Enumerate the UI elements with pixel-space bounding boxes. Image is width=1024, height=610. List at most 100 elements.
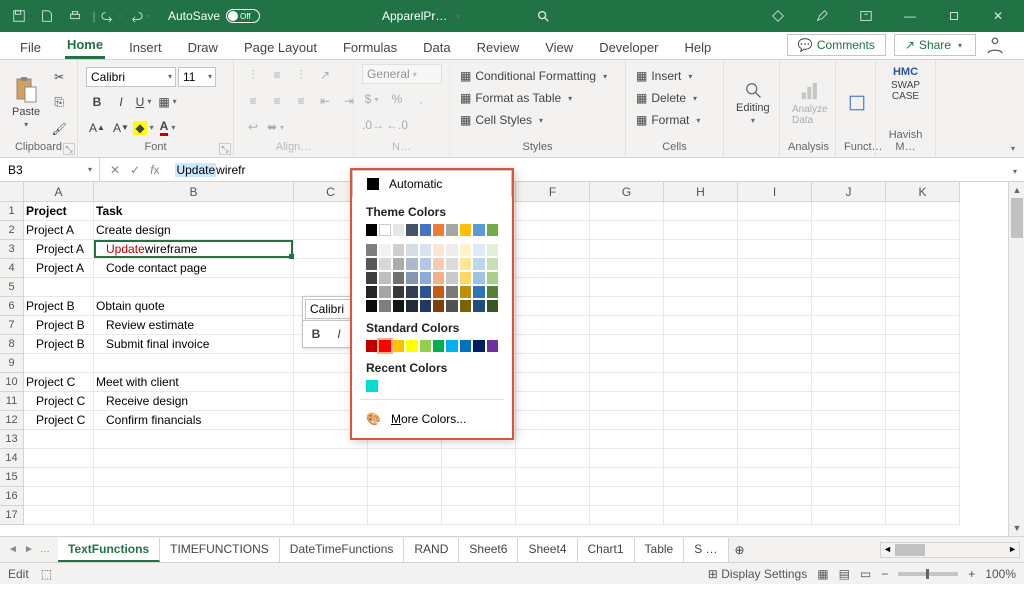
cell[interactable] bbox=[664, 468, 738, 487]
cell[interactable] bbox=[368, 506, 442, 525]
cell[interactable] bbox=[886, 449, 960, 468]
color-swatch[interactable] bbox=[420, 224, 431, 236]
row-header[interactable]: 8 bbox=[0, 335, 24, 354]
name-box[interactable]: B3▾ bbox=[0, 158, 100, 181]
sheet-tab[interactable]: S … bbox=[684, 538, 728, 562]
cell[interactable] bbox=[664, 316, 738, 335]
cell[interactable] bbox=[886, 259, 960, 278]
color-swatch[interactable] bbox=[446, 244, 457, 256]
cell[interactable] bbox=[368, 449, 442, 468]
cell[interactable] bbox=[812, 259, 886, 278]
row-header[interactable]: 5 bbox=[0, 278, 24, 297]
cell[interactable]: Task bbox=[94, 202, 294, 221]
functions-addin-button[interactable] bbox=[844, 92, 870, 114]
color-swatch[interactable] bbox=[393, 258, 404, 270]
merge-icon[interactable]: ⬌▾ bbox=[266, 116, 288, 138]
row-header[interactable]: 3 bbox=[0, 240, 24, 259]
cell[interactable]: Project bbox=[24, 202, 94, 221]
color-swatch[interactable] bbox=[406, 300, 417, 312]
zoom-in-button[interactable]: + bbox=[968, 567, 975, 581]
view-break-icon[interactable]: ▭ bbox=[860, 567, 871, 581]
pen-icon[interactable] bbox=[800, 1, 844, 31]
cell[interactable] bbox=[664, 240, 738, 259]
color-swatch[interactable] bbox=[393, 300, 404, 312]
column-header[interactable]: K bbox=[886, 182, 960, 202]
sheet-tab[interactable]: Sheet6 bbox=[459, 538, 518, 562]
indent-dec-icon[interactable]: ⇤ bbox=[314, 90, 336, 112]
cell[interactable] bbox=[886, 278, 960, 297]
percent-icon[interactable]: % bbox=[386, 88, 408, 110]
fill-color-button[interactable]: ◆▾ bbox=[134, 117, 156, 139]
bold-button[interactable]: B bbox=[86, 91, 108, 113]
color-swatch[interactable] bbox=[393, 224, 404, 236]
tab-draw[interactable]: Draw bbox=[186, 36, 220, 59]
cell[interactable] bbox=[24, 487, 94, 506]
sheet-nav-more[interactable]: … bbox=[38, 544, 52, 555]
tab-formulas[interactable]: Formulas bbox=[341, 36, 399, 59]
color-swatch[interactable] bbox=[460, 286, 471, 298]
cell[interactable] bbox=[516, 221, 590, 240]
row-header[interactable]: 14 bbox=[0, 449, 24, 468]
font-launcher[interactable]: ⤡ bbox=[219, 143, 231, 155]
redo-icon[interactable]: ▾ bbox=[128, 3, 154, 29]
cell[interactable] bbox=[812, 240, 886, 259]
view-normal-icon[interactable]: ▦ bbox=[817, 567, 828, 581]
cancel-formula-button[interactable]: ✕ bbox=[110, 163, 120, 177]
color-swatch[interactable] bbox=[446, 340, 457, 352]
cell[interactable] bbox=[294, 468, 368, 487]
row-header[interactable]: 17 bbox=[0, 506, 24, 525]
mini-italic-button[interactable]: I bbox=[328, 323, 350, 345]
color-swatch[interactable] bbox=[406, 258, 417, 270]
vertical-scrollbar[interactable]: ▲▼ bbox=[1008, 182, 1024, 536]
color-swatch[interactable] bbox=[473, 300, 484, 312]
cell[interactable] bbox=[516, 373, 590, 392]
color-swatch[interactable] bbox=[460, 300, 471, 312]
cell[interactable] bbox=[94, 487, 294, 506]
color-swatch[interactable] bbox=[487, 244, 498, 256]
view-layout-icon[interactable]: ▤ bbox=[839, 567, 850, 581]
column-header[interactable]: F bbox=[516, 182, 590, 202]
align-right-icon[interactable]: ≡ bbox=[290, 90, 312, 112]
color-swatch[interactable] bbox=[420, 272, 431, 284]
sheet-tab[interactable]: Chart1 bbox=[578, 538, 635, 562]
cell[interactable] bbox=[516, 468, 590, 487]
cell[interactable] bbox=[812, 354, 886, 373]
cell[interactable] bbox=[738, 506, 812, 525]
color-swatch[interactable] bbox=[460, 258, 471, 270]
column-header[interactable]: H bbox=[664, 182, 738, 202]
sheet-tab[interactable]: TextFunctions bbox=[58, 538, 160, 562]
cell[interactable] bbox=[664, 487, 738, 506]
cell[interactable] bbox=[812, 392, 886, 411]
row-header[interactable]: 4 bbox=[0, 259, 24, 278]
cell[interactable] bbox=[886, 392, 960, 411]
cell[interactable] bbox=[812, 316, 886, 335]
analyze-data-button[interactable]: Analyze Data bbox=[788, 78, 832, 128]
color-swatch[interactable] bbox=[379, 340, 390, 352]
cell[interactable] bbox=[812, 278, 886, 297]
color-swatch[interactable] bbox=[420, 286, 431, 298]
undo-icon[interactable]: ▾ bbox=[100, 3, 126, 29]
cell[interactable] bbox=[738, 392, 812, 411]
cell[interactable] bbox=[886, 506, 960, 525]
sheet-tab[interactable]: Table bbox=[635, 538, 685, 562]
display-settings-button[interactable]: ⊞ Display Settings bbox=[708, 567, 807, 581]
cell[interactable] bbox=[664, 335, 738, 354]
accept-formula-button[interactable]: ✓ bbox=[130, 163, 140, 177]
cell[interactable] bbox=[812, 335, 886, 354]
color-swatch[interactable] bbox=[366, 244, 377, 256]
color-swatch[interactable] bbox=[379, 244, 390, 256]
cell[interactable] bbox=[94, 278, 294, 297]
cell[interactable] bbox=[590, 316, 664, 335]
shrink-font-button[interactable]: A▼ bbox=[110, 117, 132, 139]
cell[interactable] bbox=[664, 221, 738, 240]
editing-button[interactable]: Editing▾ bbox=[732, 78, 774, 127]
align-left-icon[interactable]: ≡ bbox=[242, 90, 264, 112]
share-button[interactable]: ↗Share▾ bbox=[894, 34, 976, 56]
insert-cells-button[interactable]: ▦ Insert▾ bbox=[634, 68, 697, 84]
format-cells-button[interactable]: ▦ Format▾ bbox=[634, 112, 705, 128]
cell[interactable] bbox=[664, 202, 738, 221]
font-name-combo[interactable]: Calibri▾ bbox=[86, 67, 176, 87]
cell[interactable]: Project B bbox=[24, 316, 94, 335]
color-swatch[interactable] bbox=[460, 244, 471, 256]
cell[interactable] bbox=[738, 449, 812, 468]
